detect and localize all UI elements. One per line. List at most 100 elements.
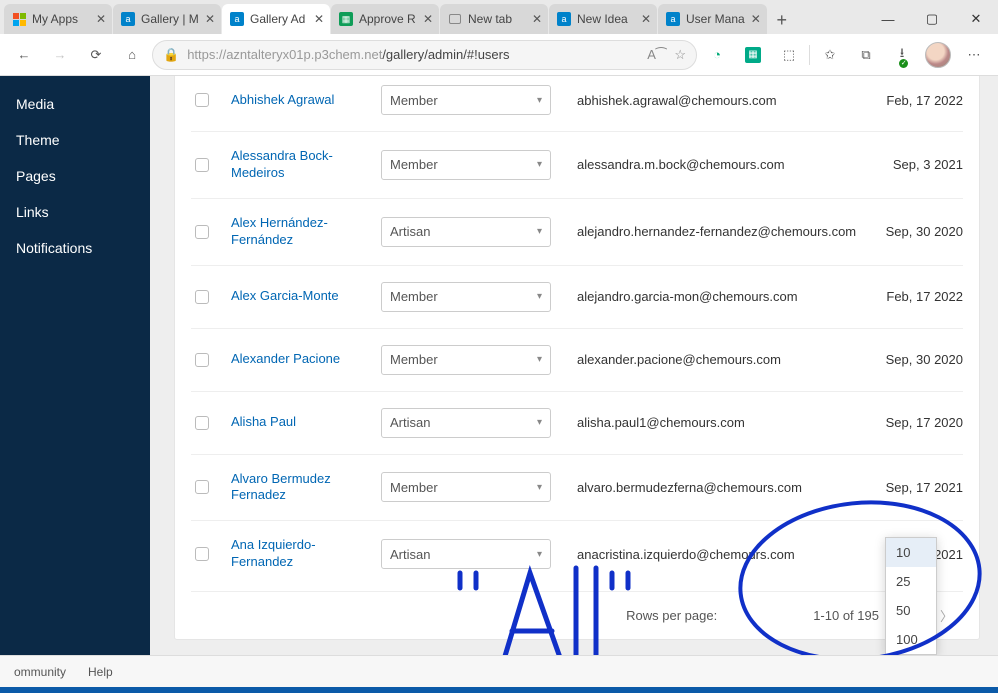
rows-per-page-option[interactable]: 50 bbox=[886, 596, 936, 625]
sidebar-item-media[interactable]: Media bbox=[0, 86, 150, 122]
browser-tab[interactable]: a Gallery Ad ✕ bbox=[222, 4, 330, 34]
browser-tab[interactable]: a Gallery | M ✕ bbox=[113, 4, 221, 34]
role-select[interactable]: Member ▾ bbox=[381, 85, 551, 115]
browser-menu-icon[interactable]: ⋯ bbox=[958, 39, 990, 71]
rows-per-page-dropdown[interactable]: 102550100 bbox=[885, 537, 937, 655]
sidebar-item-links[interactable]: Links bbox=[0, 194, 150, 230]
user-name-link[interactable]: Abhishek Agrawal bbox=[231, 92, 381, 109]
maximize-button[interactable]: ▢ bbox=[910, 4, 954, 34]
chevron-down-icon: ▾ bbox=[537, 549, 542, 560]
user-name-link[interactable]: Alex Hernández-Fernández bbox=[231, 215, 381, 249]
page-body: MediaThemePagesLinksNotifications Abhish… bbox=[0, 76, 998, 655]
pagination-range: 1-10 of 195 bbox=[813, 608, 879, 623]
admin-sidebar: MediaThemePagesLinksNotifications bbox=[0, 76, 150, 655]
tab-title: New tab bbox=[468, 12, 526, 26]
tab-close-icon[interactable]: ✕ bbox=[314, 12, 324, 26]
role-select[interactable]: Member ▾ bbox=[381, 472, 551, 502]
rows-per-page-option[interactable]: 10 bbox=[886, 538, 936, 567]
chevron-down-icon: ▾ bbox=[537, 417, 542, 428]
minimize-button[interactable]: — bbox=[866, 4, 910, 34]
table-row: Alisha Paul Artisan ▾ alisha.paul1@chemo… bbox=[191, 392, 963, 455]
home-button[interactable]: ⌂ bbox=[116, 39, 148, 71]
user-date: Sep, 3 2021 bbox=[863, 157, 963, 172]
footer-accent-strip bbox=[0, 687, 998, 693]
user-name-link[interactable]: Ana Izquierdo-Fernandez bbox=[231, 537, 381, 571]
tabs-bar: My Apps ✕a Gallery | M ✕a Gallery Ad ✕▦ … bbox=[0, 0, 998, 34]
tab-favicon-icon: a bbox=[666, 12, 680, 26]
tab-close-icon[interactable]: ✕ bbox=[423, 12, 433, 26]
role-value: Member bbox=[390, 157, 438, 172]
role-select[interactable]: Member ▾ bbox=[381, 150, 551, 180]
row-checkbox[interactable] bbox=[195, 158, 209, 172]
role-select[interactable]: Member ▾ bbox=[381, 345, 551, 375]
rows-per-page-label: Rows per page: bbox=[626, 608, 717, 623]
user-name-link[interactable]: Alessandra Bock-Medeiros bbox=[231, 148, 381, 182]
role-value: Member bbox=[390, 289, 438, 304]
user-name-link[interactable]: Alisha Paul bbox=[231, 414, 381, 431]
tab-close-icon[interactable]: ✕ bbox=[641, 12, 651, 26]
tab-title: My Apps bbox=[32, 12, 90, 26]
row-checkbox[interactable] bbox=[195, 93, 209, 107]
favorite-icon[interactable]: ☆ bbox=[674, 47, 686, 63]
role-select[interactable]: Artisan ▾ bbox=[381, 408, 551, 438]
new-tab-button[interactable]: + bbox=[768, 6, 796, 34]
footer-help-link[interactable]: Help bbox=[88, 665, 113, 679]
tab-favicon-icon: ▦ bbox=[339, 12, 353, 26]
tab-close-icon[interactable]: ✕ bbox=[751, 12, 761, 26]
downloads-icon[interactable]: ⭳✓ bbox=[886, 39, 918, 71]
row-checkbox[interactable] bbox=[195, 547, 209, 561]
row-checkbox[interactable] bbox=[195, 290, 209, 304]
browser-tab[interactable]: a User Mana ✕ bbox=[658, 4, 767, 34]
role-select[interactable]: Artisan ▾ bbox=[381, 217, 551, 247]
collections-icon[interactable]: ⧉ bbox=[850, 39, 882, 71]
user-name-link[interactable]: Alexander Pacione bbox=[231, 351, 381, 368]
user-email: alisha.paul1@chemours.com bbox=[551, 415, 863, 430]
favorites-icon[interactable]: ✩ bbox=[814, 39, 846, 71]
footer-community-link[interactable]: ommunity bbox=[14, 665, 66, 679]
browser-tab[interactable]: a New Idea ✕ bbox=[549, 4, 657, 34]
user-email: alessandra.m.bock@chemours.com bbox=[551, 157, 863, 172]
table-row: Abhishek Agrawal Member ▾ abhishek.agraw… bbox=[191, 76, 963, 132]
sidebar-item-theme[interactable]: Theme bbox=[0, 122, 150, 158]
close-window-button[interactable]: ✕ bbox=[954, 4, 998, 34]
address-bar[interactable]: 🔒 https://azntalteryx01p.p3chem.net/gall… bbox=[152, 40, 697, 70]
rows-per-page-option[interactable]: 25 bbox=[886, 567, 936, 596]
user-date: Sep, 30 2020 bbox=[863, 224, 963, 239]
next-page-button[interactable]: 〉 bbox=[936, 606, 957, 625]
tab-close-icon[interactable]: ✕ bbox=[96, 12, 106, 26]
rows-per-page-option[interactable]: 100 bbox=[886, 625, 936, 654]
tab-close-icon[interactable]: ✕ bbox=[532, 12, 542, 26]
role-select[interactable]: Member ▾ bbox=[381, 282, 551, 312]
role-value: Member bbox=[390, 352, 438, 367]
role-select[interactable]: Artisan ▾ bbox=[381, 539, 551, 569]
extension-icon-2[interactable]: ▦ bbox=[737, 39, 769, 71]
refresh-button[interactable]: ⟳ bbox=[80, 39, 112, 71]
tab-close-icon[interactable]: ✕ bbox=[205, 12, 215, 26]
sidebar-item-notifications[interactable]: Notifications bbox=[0, 230, 150, 266]
reader-icon[interactable]: A⁀ bbox=[647, 47, 666, 63]
user-name-link[interactable]: Alex Garcia-Monte bbox=[231, 288, 381, 305]
role-value: Artisan bbox=[390, 224, 430, 239]
row-checkbox[interactable] bbox=[195, 480, 209, 494]
tab-favicon-icon bbox=[12, 12, 26, 26]
url-text: https://azntalteryx01p.p3chem.net/galler… bbox=[187, 47, 639, 62]
user-date: Feb, 17 2022 bbox=[863, 93, 963, 108]
row-checkbox[interactable] bbox=[195, 225, 209, 239]
row-checkbox[interactable] bbox=[195, 416, 209, 430]
table-row: Ana Izquierdo-Fernandez Artisan ▾ anacri… bbox=[191, 521, 963, 587]
content-area: Abhishek Agrawal Member ▾ abhishek.agraw… bbox=[150, 76, 998, 655]
browser-tab[interactable]: New tab ✕ bbox=[440, 4, 548, 34]
user-name-link[interactable]: Alvaro Bermudez Fernadez bbox=[231, 471, 381, 505]
extension-icon-1[interactable]: ◔ bbox=[701, 39, 733, 71]
browser-tab[interactable]: My Apps ✕ bbox=[4, 4, 112, 34]
row-checkbox[interactable] bbox=[195, 353, 209, 367]
back-button[interactable]: ← bbox=[8, 39, 40, 71]
browser-tab[interactable]: ▦ Approve R ✕ bbox=[331, 4, 439, 34]
profile-avatar[interactable] bbox=[922, 39, 954, 71]
extensions-icon[interactable]: ⬚ bbox=[773, 39, 805, 71]
sidebar-item-pages[interactable]: Pages bbox=[0, 158, 150, 194]
tab-title: Approve R bbox=[359, 12, 417, 26]
tab-favicon-icon bbox=[448, 12, 462, 26]
forward-button[interactable]: → bbox=[44, 39, 76, 71]
users-card: Abhishek Agrawal Member ▾ abhishek.agraw… bbox=[174, 76, 980, 640]
